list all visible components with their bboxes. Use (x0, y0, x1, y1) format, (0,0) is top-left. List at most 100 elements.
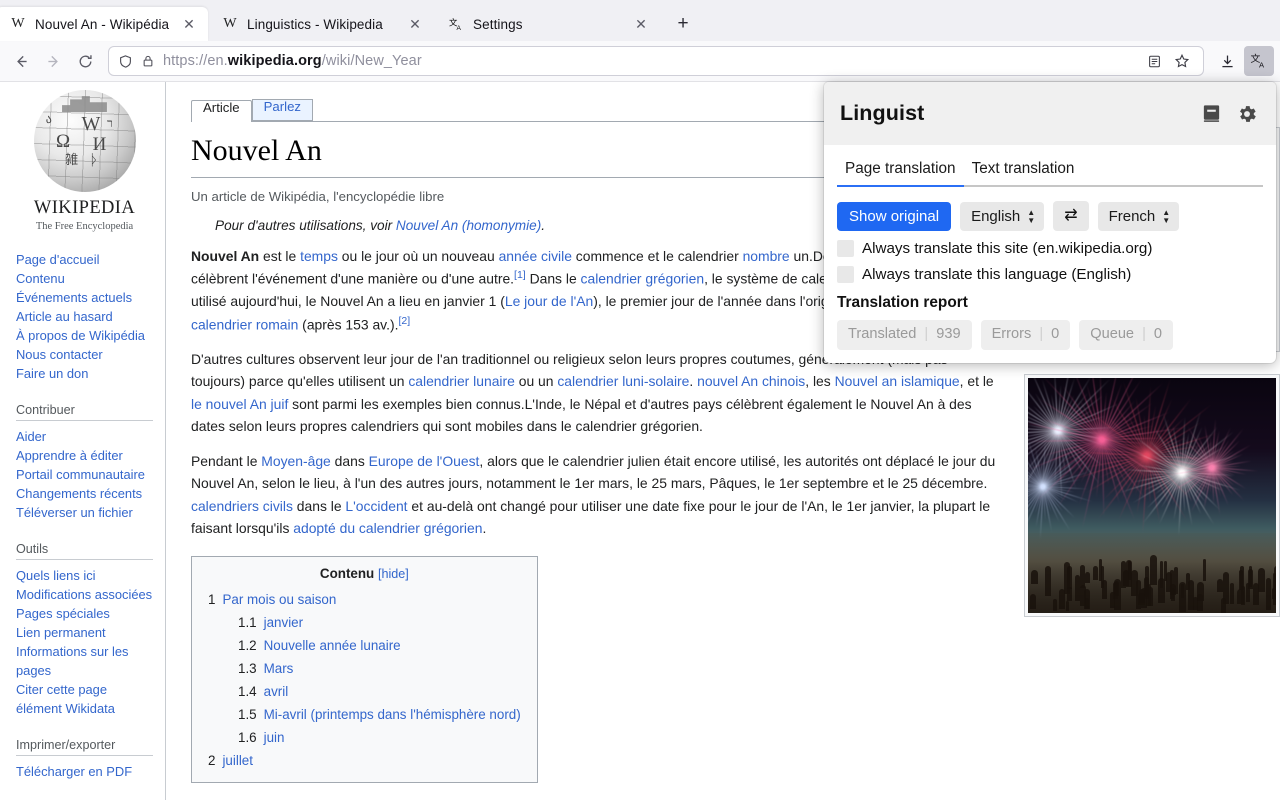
sidebar-section-heading: Imprimer/exporter (16, 732, 153, 756)
link-nouvel-an-islamique[interactable]: Nouvel an islamique (835, 373, 960, 389)
pill-translated-value: 939 (936, 326, 960, 344)
pill-queue[interactable]: Queue|0 (1079, 320, 1173, 350)
link-adopte-calendrier-gregorien[interactable]: adopté du calendrier grégorien (293, 520, 482, 536)
downloads-icon[interactable] (1212, 46, 1242, 76)
pill-errors[interactable]: Errors|0 (981, 320, 1071, 350)
back-button[interactable] (6, 46, 36, 76)
link-temps[interactable]: temps (300, 248, 338, 264)
paragraph-3: Pendant le Moyen-âge dans Europe de l'Ou… (191, 450, 1003, 540)
toc-entry-number: 2 (208, 749, 215, 772)
dictionary-book-icon[interactable] (1198, 101, 1224, 127)
shield-icon[interactable] (117, 53, 133, 69)
browser-tab-linguistics[interactable]: W Linguistics - Wikipedia ✕ (208, 7, 434, 41)
target-language-select[interactable]: French ▲▼ (1098, 202, 1180, 231)
toc-entry[interactable]: 1.4avril (208, 680, 521, 703)
toc-entry-number: 1.1 (238, 611, 257, 634)
pill-translated[interactable]: Translated|939 (837, 320, 972, 350)
gear-icon[interactable] (1234, 101, 1260, 127)
firework-image-2 (1028, 378, 1276, 613)
sidebar-item-contenu[interactable]: Contenu (16, 269, 153, 288)
link-jour-de-lan[interactable]: Le jour de l'An (505, 293, 593, 309)
link-europe-de-louest[interactable]: Europe de l'Ouest (369, 453, 480, 469)
bookmark-star-icon[interactable] (1169, 48, 1195, 74)
new-tab-button[interactable]: + (668, 9, 698, 39)
sidebar-item-changements-r-cents[interactable]: Changements récents (16, 484, 153, 503)
link-loccident[interactable]: L'occident (345, 498, 407, 514)
close-icon[interactable]: ✕ (632, 15, 650, 33)
close-icon[interactable]: ✕ (180, 15, 198, 33)
reader-mode-icon[interactable] (1141, 48, 1167, 74)
reference-2[interactable]: [2] (398, 315, 410, 327)
sidebar-item-faire-un-don[interactable]: Faire un don (16, 364, 153, 383)
link-nombre[interactable]: nombre (743, 248, 790, 264)
sidebar-item-informations-sur-les-pages[interactable]: Informations sur les pages (16, 642, 153, 680)
source-language-select[interactable]: English ▲▼ (960, 202, 1044, 231)
sidebar-item-t-l-verser-un-fichier[interactable]: Téléverser un fichier (16, 503, 153, 522)
link-calendrier-lunaire[interactable]: calendrier lunaire (408, 373, 515, 389)
sidebar-item-quels-liens-ici[interactable]: Quels liens ici (16, 566, 153, 585)
sidebar-item-lien-permanent[interactable]: Lien permanent (16, 623, 153, 642)
hatnote-link[interactable]: Nouvel An (homonymie) (396, 218, 541, 233)
sidebar-item-portail-communautaire[interactable]: Portail communautaire (16, 465, 153, 484)
tab-title: Linguistics - Wikipedia (247, 17, 397, 32)
sidebar-item-propos-de-wikip-dia[interactable]: À propos de Wikipédia (16, 326, 153, 345)
tab-article[interactable]: Article (191, 100, 252, 122)
wikipedia-logo[interactable]: WΩИ 雑ᚦაר WIKIPEDIA The Free Encyclopedia (22, 90, 147, 232)
toc-entry[interactable]: 1.3Mars (208, 657, 521, 680)
sidebar-item-pages-sp-ciales[interactable]: Pages spéciales (16, 604, 153, 623)
svg-text:A: A (456, 25, 461, 32)
sidebar-item-aider[interactable]: Aider (16, 427, 153, 446)
link-annee-civile[interactable]: année civile (499, 248, 572, 264)
sidebar-item-v-nements-actuels[interactable]: Événements actuels (16, 288, 153, 307)
toc-entry[interactable]: 1.2Nouvelle année lunaire (208, 634, 521, 657)
toc-hide-button[interactable]: [hide] (378, 567, 409, 581)
close-icon[interactable]: ✕ (406, 15, 424, 33)
always-translate-language-label: Always translate this language (English) (862, 266, 1131, 283)
sidebar-item-article-au-hasard[interactable]: Article au hasard (16, 307, 153, 326)
tab-page-translation[interactable]: Page translation (837, 156, 964, 185)
link-calendrier-romain[interactable]: calendrier romain (191, 316, 298, 332)
forward-button[interactable] (38, 46, 68, 76)
swap-languages-button[interactable]: ⇄ (1053, 201, 1088, 231)
wikipedia-sidebar: WΩИ 雑ᚦაר WIKIPEDIA The Free Encyclopedia… (0, 82, 166, 800)
link-calendrier-luni-solaire[interactable]: calendrier luni-solaire (557, 373, 689, 389)
sidebar-item-modifications-associ-es[interactable]: Modifications associées (16, 585, 153, 604)
toc-entry-label: avril (264, 684, 289, 699)
sidebar-item-t-l-charger-en-pdf[interactable]: Télécharger en PDF (16, 762, 153, 781)
link-calendriers-civils[interactable]: calendriers civils (191, 498, 293, 514)
reference-1[interactable]: [1] (514, 269, 526, 281)
toc-entry[interactable]: 1.6juin (208, 726, 521, 749)
always-translate-language-checkbox[interactable] (837, 266, 854, 283)
toc-entry-number: 1.2 (238, 634, 257, 657)
show-original-button[interactable]: Show original (837, 202, 951, 231)
lock-icon[interactable] (140, 53, 156, 69)
toc-entry[interactable]: 2juillet (208, 749, 521, 772)
link-calendrier-gregorien[interactable]: calendrier grégorien (581, 271, 705, 287)
toc-entry-label: Mars (264, 661, 294, 676)
browser-tab-settings[interactable]: 文A Settings ✕ (434, 7, 660, 41)
translate-icon[interactable]: 文A (1244, 46, 1274, 76)
always-translate-language-row[interactable]: Always translate this language (English) (837, 266, 1263, 283)
toc-entry-number: 1 (208, 588, 215, 611)
toc-entry[interactable]: 1Par mois ou saison (208, 588, 521, 611)
sidebar-item-l-ment-wikidata[interactable]: élément Wikidata (16, 699, 153, 718)
always-translate-site-checkbox[interactable] (837, 240, 854, 257)
browser-tab-nouvel-an[interactable]: W Nouvel An - Wikipédia ✕ (0, 7, 208, 41)
reload-button[interactable] (70, 46, 100, 76)
wikipedia-w-icon: W (10, 16, 26, 32)
toc-entry[interactable]: 1.1janvier (208, 611, 521, 634)
tab-text-translation[interactable]: Text translation (964, 156, 1083, 185)
hatnote-prefix: Pour d'autres utilisations, voir (215, 218, 396, 233)
tab-parlez[interactable]: Parlez (252, 99, 313, 121)
address-bar[interactable]: https://en.wikipedia.org/wiki/New_Year (108, 46, 1204, 76)
link-nouvel-an-chinois[interactable]: nouvel An chinois (697, 373, 805, 389)
always-translate-site-row[interactable]: Always translate this site (en.wikipedia… (837, 240, 1263, 257)
sidebar-item-page-d-accueil[interactable]: Page d'accueil (16, 250, 153, 269)
wikipedia-tagline: The Free Encyclopedia (22, 221, 147, 232)
toc-entry[interactable]: 1.5Mi-avril (printemps dans l'hémisphère… (208, 703, 521, 726)
link-moyen-age[interactable]: Moyen-âge (261, 453, 331, 469)
sidebar-item-apprendre-diter[interactable]: Apprendre à éditer (16, 446, 153, 465)
link-nouvel-an-juif[interactable]: le nouvel An juif (191, 396, 288, 412)
sidebar-item-citer-cette-page[interactable]: Citer cette page (16, 680, 153, 699)
sidebar-item-nous-contacter[interactable]: Nous contacter (16, 345, 153, 364)
